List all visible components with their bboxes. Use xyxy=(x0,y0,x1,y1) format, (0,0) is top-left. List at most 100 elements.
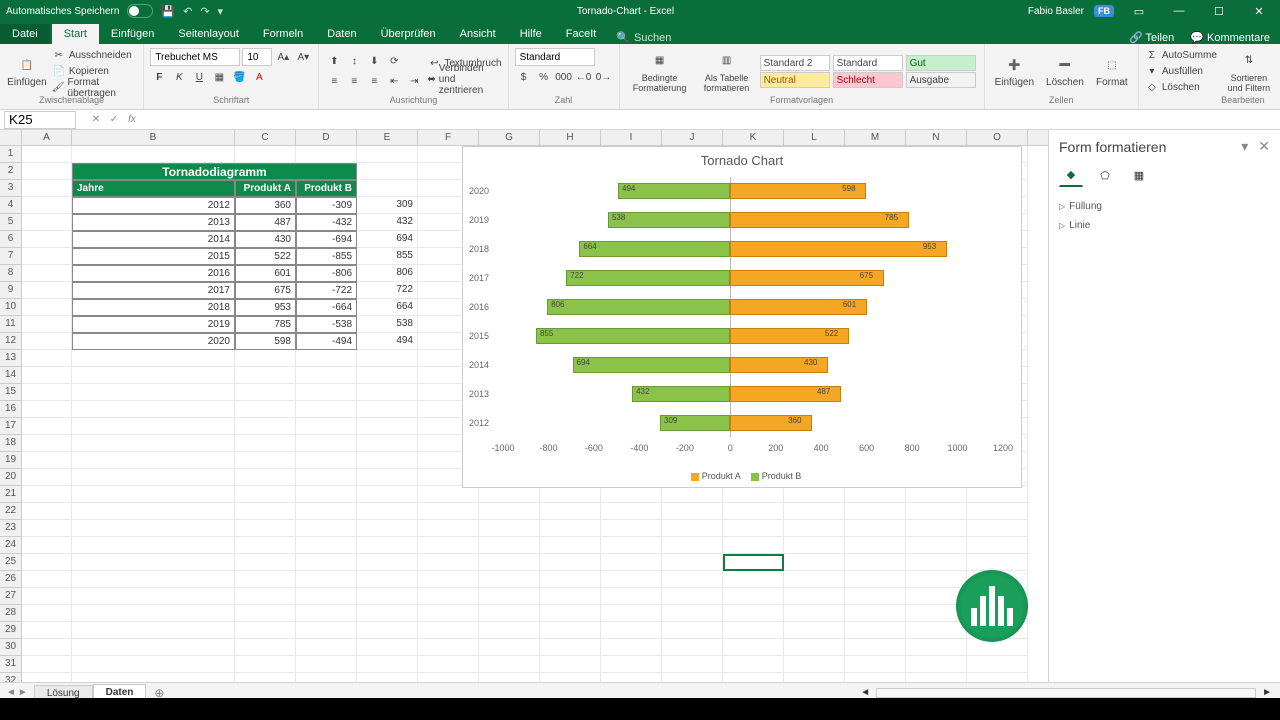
cell[interactable] xyxy=(22,282,72,299)
cell[interactable] xyxy=(540,520,601,537)
cell[interactable]: Produkt B xyxy=(296,180,357,197)
cell[interactable] xyxy=(22,571,72,588)
cell[interactable] xyxy=(357,605,418,622)
cell[interactable] xyxy=(601,520,662,537)
row-header[interactable]: 7 xyxy=(0,248,22,265)
cell[interactable] xyxy=(784,554,845,571)
column-header[interactable]: C xyxy=(235,130,296,145)
cell[interactable] xyxy=(845,639,906,656)
cell[interactable] xyxy=(22,231,72,248)
paste-button[interactable]: 📋Einfügen xyxy=(6,53,48,90)
cell[interactable] xyxy=(723,605,784,622)
cell[interactable] xyxy=(845,673,906,682)
row-header[interactable]: 11 xyxy=(0,316,22,333)
cell[interactable] xyxy=(296,673,357,682)
column-header[interactable]: G xyxy=(479,130,540,145)
row-header[interactable]: 3 xyxy=(0,180,22,197)
column-header[interactable]: F xyxy=(418,130,479,145)
cell[interactable] xyxy=(72,571,235,588)
format-cells-button[interactable]: ⬚Format xyxy=(1092,53,1132,90)
formula-input[interactable] xyxy=(144,111,1280,129)
cell[interactable] xyxy=(479,571,540,588)
cell[interactable]: -855 xyxy=(296,248,357,265)
cell[interactable] xyxy=(72,452,235,469)
cell[interactable] xyxy=(296,350,357,367)
cell[interactable] xyxy=(723,503,784,520)
cell[interactable] xyxy=(357,180,418,197)
cell[interactable]: Produkt A xyxy=(235,180,296,197)
inc-decimal-icon[interactable]: ←0 xyxy=(575,68,593,86)
tab-review[interactable]: Überprüfen xyxy=(369,24,448,44)
cell[interactable] xyxy=(540,503,601,520)
cell[interactable] xyxy=(22,163,72,180)
cell[interactable] xyxy=(845,656,906,673)
increase-font-icon[interactable]: A▴ xyxy=(274,48,292,66)
cell[interactable] xyxy=(72,605,235,622)
font-name-combo[interactable] xyxy=(150,48,240,66)
cell[interactable] xyxy=(22,418,72,435)
cell[interactable] xyxy=(296,486,357,503)
cell[interactable]: 2014 xyxy=(72,231,235,248)
indent-inc-icon[interactable]: ⇥ xyxy=(405,73,423,91)
bar-produkt-a[interactable] xyxy=(730,241,947,257)
row-header[interactable]: 12 xyxy=(0,333,22,350)
cell[interactable] xyxy=(357,367,418,384)
cell[interactable] xyxy=(72,656,235,673)
merge-center-button[interactable]: ⬌Verbinden und zentrieren xyxy=(427,72,501,87)
cell[interactable] xyxy=(906,673,967,682)
cell[interactable] xyxy=(601,571,662,588)
cell[interactable] xyxy=(479,520,540,537)
hscroll-right-icon[interactable]: ► xyxy=(1262,687,1272,698)
cell[interactable] xyxy=(72,639,235,656)
bar-produkt-b[interactable] xyxy=(566,270,730,286)
cell[interactable] xyxy=(357,418,418,435)
cell[interactable] xyxy=(296,367,357,384)
cell[interactable] xyxy=(540,622,601,639)
cell[interactable] xyxy=(296,537,357,554)
cell[interactable] xyxy=(357,452,418,469)
align-middle-icon[interactable]: ↕ xyxy=(345,53,363,71)
cell[interactable] xyxy=(296,639,357,656)
cell[interactable] xyxy=(22,180,72,197)
cell[interactable] xyxy=(235,639,296,656)
cell[interactable]: 675 xyxy=(235,282,296,299)
cell[interactable] xyxy=(784,537,845,554)
cell-style-ausgabe[interactable]: Ausgabe xyxy=(906,72,976,88)
cell[interactable] xyxy=(601,605,662,622)
bar-produkt-b[interactable] xyxy=(536,328,730,344)
cell[interactable] xyxy=(22,299,72,316)
cell[interactable] xyxy=(72,146,235,163)
cell[interactable] xyxy=(357,622,418,639)
cell[interactable] xyxy=(22,656,72,673)
cell[interactable] xyxy=(22,401,72,418)
cell[interactable]: -432 xyxy=(296,214,357,231)
cell[interactable] xyxy=(662,622,723,639)
cell[interactable]: 664 xyxy=(357,299,418,316)
cell[interactable] xyxy=(235,146,296,163)
cell[interactable] xyxy=(235,554,296,571)
cell[interactable] xyxy=(906,571,967,588)
save-icon[interactable]: 💾 xyxy=(161,5,175,18)
align-right-icon[interactable]: ≡ xyxy=(365,73,383,91)
tab-insert[interactable]: Einfügen xyxy=(99,24,166,44)
row-header[interactable]: 28 xyxy=(0,605,22,622)
cell[interactable] xyxy=(906,537,967,554)
dec-decimal-icon[interactable]: 0→ xyxy=(595,68,613,86)
column-header[interactable]: N xyxy=(906,130,967,145)
redo-icon[interactable]: ↷ xyxy=(200,5,209,18)
clear-button[interactable]: ◇Löschen xyxy=(1145,80,1217,95)
undo-icon[interactable]: ↶ xyxy=(183,5,192,18)
cell[interactable] xyxy=(479,639,540,656)
cell[interactable]: 2017 xyxy=(72,282,235,299)
cell[interactable] xyxy=(296,571,357,588)
cell[interactable] xyxy=(723,673,784,682)
cell[interactable] xyxy=(235,418,296,435)
cell[interactable] xyxy=(906,554,967,571)
cell[interactable] xyxy=(22,333,72,350)
cell[interactable] xyxy=(235,537,296,554)
cell[interactable] xyxy=(22,588,72,605)
close-icon[interactable]: ✕ xyxy=(1244,5,1274,18)
cell[interactable] xyxy=(22,537,72,554)
cell[interactable] xyxy=(22,384,72,401)
row-header[interactable]: 21 xyxy=(0,486,22,503)
